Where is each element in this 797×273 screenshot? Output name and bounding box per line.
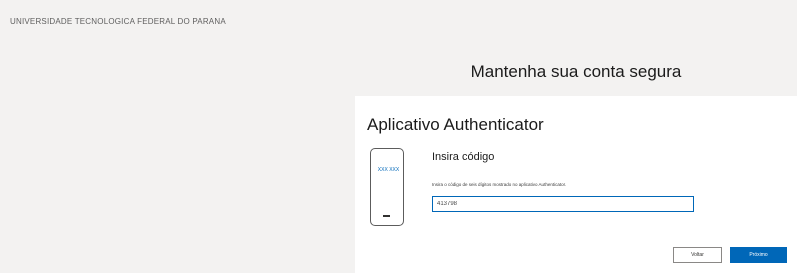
phone-home-button xyxy=(383,215,390,217)
step-title: Insira código xyxy=(432,151,495,163)
code-input[interactable] xyxy=(432,196,694,212)
next-button[interactable]: Próximo xyxy=(730,247,787,263)
page-heading: Mantenha sua conta segura xyxy=(470,62,682,81)
authenticator-card: Aplicativo Authenticator XXX XXX Insira … xyxy=(355,96,797,273)
back-button[interactable]: Voltar xyxy=(673,247,722,263)
mobile-phone-icon: XXX XXX xyxy=(370,148,404,226)
step-description: Insira o código de seis dígitos mostrado… xyxy=(432,182,567,187)
top-bar: UNIVERSIDADE TECNOLOGICA FEDERAL DO PARA… xyxy=(0,0,797,40)
phone-screen-code: XXX XXX xyxy=(377,167,400,173)
card-title: Aplicativo Authenticator xyxy=(367,115,544,134)
organization-name: UNIVERSIDADE TECNOLOGICA FEDERAL DO PARA… xyxy=(10,17,226,26)
